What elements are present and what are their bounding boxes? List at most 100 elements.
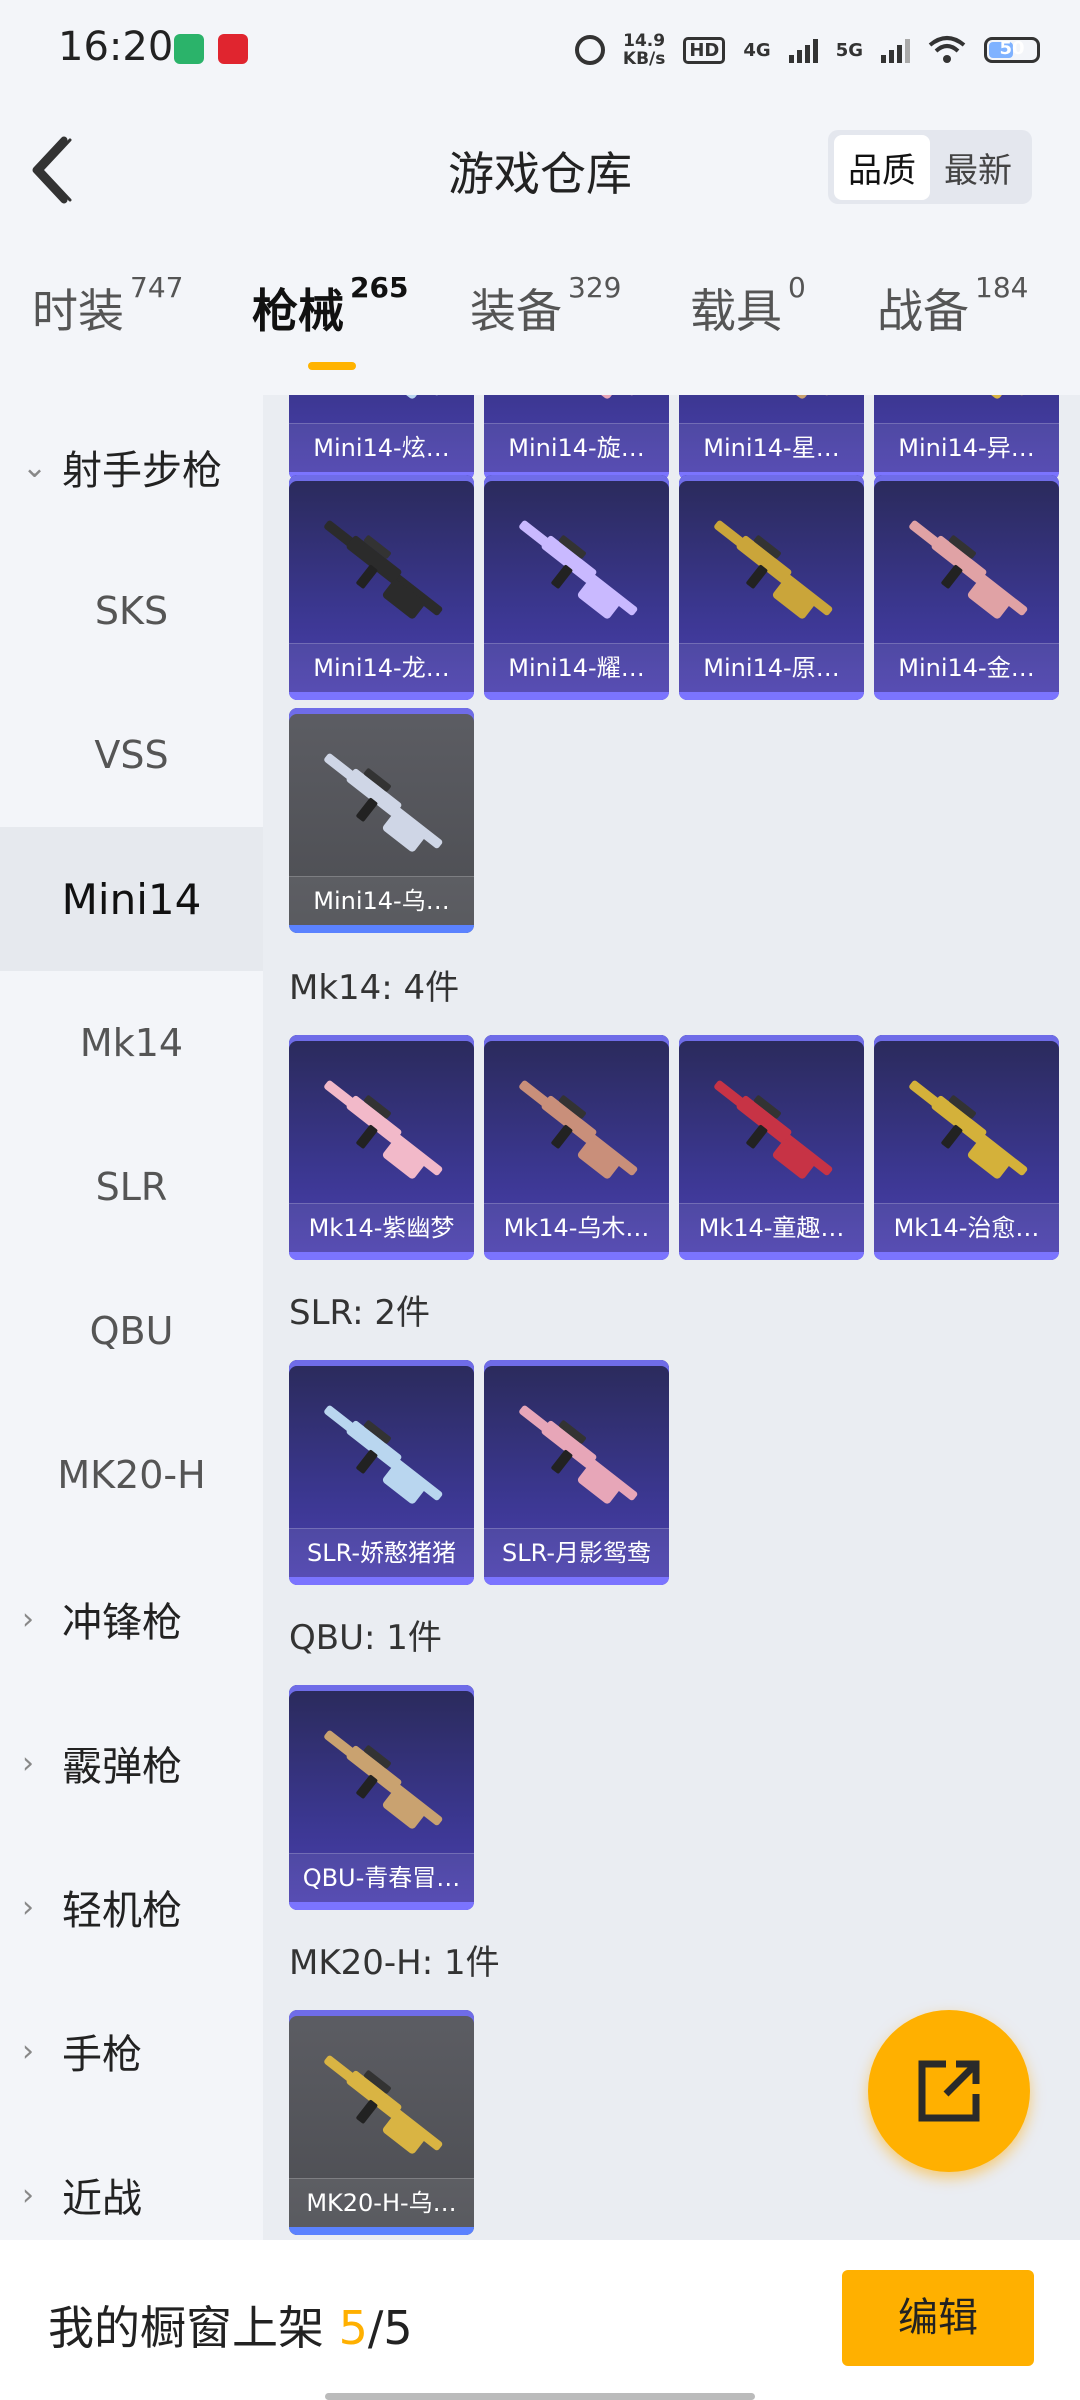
weapon-card-label: QBU-青春冒…	[289, 1853, 474, 1902]
sort-quality-button[interactable]: 品质	[834, 134, 930, 200]
tab-fashion[interactable]: 时装 747	[32, 271, 183, 341]
showcase-current: 5	[338, 2301, 368, 2355]
weapon-card-label: Mini14-龙…	[289, 643, 474, 692]
sidebar-group-label: 近战	[62, 2176, 142, 2222]
tab-guns[interactable]: 枪械 265	[252, 271, 408, 341]
rifle-icon	[909, 520, 1028, 619]
sidebar-group-pistol[interactable]: › 手枪	[0, 1979, 263, 2123]
weapon-card-label: SLR-月影鸳鸯	[484, 1528, 669, 1577]
share-button[interactable]	[868, 2010, 1030, 2172]
sort-toggle: 品质 最新	[828, 130, 1032, 204]
weapon-card[interactable]: Mk14-乌木…	[484, 1035, 669, 1260]
edit-button[interactable]: 编辑	[842, 2270, 1034, 2366]
network-speed: 14.9 KB/s	[623, 32, 665, 68]
sidebar-group-label: 射手步枪	[62, 448, 222, 494]
sidebar-group-melee[interactable]: › 近战	[0, 2123, 263, 2240]
sort-newest-button[interactable]: 最新	[930, 135, 1026, 200]
rarity-bar	[679, 1252, 864, 1260]
weapon-grid: Mk14: 4件 SLR: 2件 QBU: 1件 MK20-H: 1件 Mini…	[263, 395, 1080, 2240]
sidebar-group-smg[interactable]: › 冲锋枪	[0, 1547, 263, 1691]
rifle-icon	[324, 1730, 443, 1829]
weapon-card-label: Mini14-旋…	[484, 423, 669, 472]
weapon-card-label: Mk14-紫幽梦	[289, 1203, 474, 1252]
rarity-bar	[484, 1577, 669, 1585]
footer-label: 我的橱窗上架	[48, 2301, 324, 2355]
weapon-card-label: Mini14-星…	[679, 423, 864, 472]
weapon-card[interactable]: QBU-青春冒…	[289, 1685, 474, 1910]
battery-icon: 50	[984, 37, 1040, 63]
sidebar-group-marksman[interactable]: ⌄ 射手步枪	[0, 395, 263, 539]
app-notification-icon	[174, 34, 204, 64]
sidebar-item-vss[interactable]: VSS	[0, 683, 263, 827]
section-title-slr: SLR: 2件	[289, 1293, 430, 1333]
rarity-bar	[289, 1577, 474, 1585]
rarity-bar	[484, 1252, 669, 1260]
rifle-icon	[519, 1405, 638, 1504]
weapon-card[interactable]: Mini14-炫…	[289, 395, 474, 480]
category-tabs: 时装 747 枪械 265 装备 329 载具 0 战备 184	[0, 271, 1080, 375]
weapon-card-label: Mk14-童趣…	[679, 1203, 864, 1252]
weapon-card[interactable]: Mini14-星…	[679, 395, 864, 480]
weapon-card[interactable]: Mini14-旋…	[484, 395, 669, 480]
section-title-mk14: Mk14: 4件	[289, 968, 460, 1008]
weapon-card[interactable]: SLR-月影鸳鸯	[484, 1360, 669, 1585]
weapon-card[interactable]: Mini14-乌…	[289, 708, 474, 933]
sidebar-item-mini14[interactable]: Mini14	[0, 827, 263, 971]
weapon-card[interactable]: Mini14-龙…	[289, 475, 474, 700]
weapon-card-label: Mk14-治愈…	[874, 1203, 1059, 1252]
sidebar-group-lmg[interactable]: › 轻机枪	[0, 1835, 263, 1979]
sidebar-group-shotgun[interactable]: › 霰弹枪	[0, 1691, 263, 1835]
rarity-bar	[289, 925, 474, 933]
weapon-card[interactable]: MK20-H-乌…	[289, 2010, 474, 2235]
sidebar-item-mk20h[interactable]: MK20-H	[0, 1403, 263, 1547]
tab-label: 时装	[32, 284, 124, 338]
sidebar-item-sks[interactable]: SKS	[0, 539, 263, 683]
weapon-card-label: Mini14-乌…	[289, 876, 474, 925]
net-4g-label: 4G	[743, 39, 771, 61]
rifle-icon	[714, 395, 833, 399]
tab-label: 战备	[877, 284, 969, 338]
weapon-card[interactable]: Mk14-治愈…	[874, 1035, 1059, 1260]
weapon-card[interactable]: Mk14-紫幽梦	[289, 1035, 474, 1260]
weapon-card[interactable]: SLR-娇憨猪猪	[289, 1360, 474, 1585]
weapon-card-label: Mini14-异…	[874, 423, 1059, 472]
sidebar-item-slr[interactable]: SLR	[0, 1115, 263, 1259]
status-time: 16:20	[58, 24, 174, 70]
hd-icon: HD	[683, 36, 726, 64]
footer-sep: /	[367, 2301, 384, 2355]
tab-equipment[interactable]: 装备 329	[470, 271, 621, 341]
chevron-right-icon: ›	[22, 1601, 34, 1637]
speed-value: 14.9	[623, 31, 666, 51]
section-title-mk20h: MK20-H: 1件	[289, 1943, 500, 1983]
rarity-bar	[484, 692, 669, 700]
speed-unit: KB/s	[622, 49, 666, 69]
status-icons: 14.9 KB/s HD 4G 5G 50	[574, 28, 1040, 72]
tab-vehicles[interactable]: 载具 0	[690, 271, 806, 341]
weapon-card[interactable]: Mini14-原…	[679, 475, 864, 700]
showcase-total: 5	[383, 2301, 413, 2355]
alarm-icon	[574, 35, 605, 65]
chevron-right-icon: ›	[22, 1889, 34, 1925]
wifi-icon	[928, 36, 966, 63]
weapon-card-label: Mini14-原…	[679, 643, 864, 692]
weapon-card[interactable]: Mini14-耀…	[484, 475, 669, 700]
weapon-card[interactable]: Mini14-异…	[874, 395, 1059, 480]
tab-count: 265	[350, 271, 409, 304]
weapon-card[interactable]: Mk14-童趣…	[679, 1035, 864, 1260]
rarity-bar	[874, 1252, 1059, 1260]
tab-count: 329	[568, 271, 622, 304]
weapon-card[interactable]: Mini14-金…	[874, 475, 1059, 700]
sidebar-item-mk14[interactable]: Mk14	[0, 971, 263, 1115]
weapon-card-label: SLR-娇憨猪猪	[289, 1528, 474, 1577]
rarity-bar	[679, 692, 864, 700]
share-icon	[918, 2060, 980, 2122]
sidebar-item-qbu[interactable]: QBU	[0, 1259, 263, 1403]
active-tab-indicator	[308, 362, 356, 370]
home-indicator	[325, 2393, 755, 2400]
rifle-icon	[519, 1080, 638, 1179]
rifle-icon	[324, 520, 443, 619]
tab-supplies[interactable]: 战备 184	[877, 271, 1028, 341]
sidebar-group-label: 霰弹枪	[62, 1744, 182, 1790]
weapon-card-label: Mini14-炫…	[289, 423, 474, 472]
weapon-card-label: MK20-H-乌…	[289, 2178, 474, 2227]
